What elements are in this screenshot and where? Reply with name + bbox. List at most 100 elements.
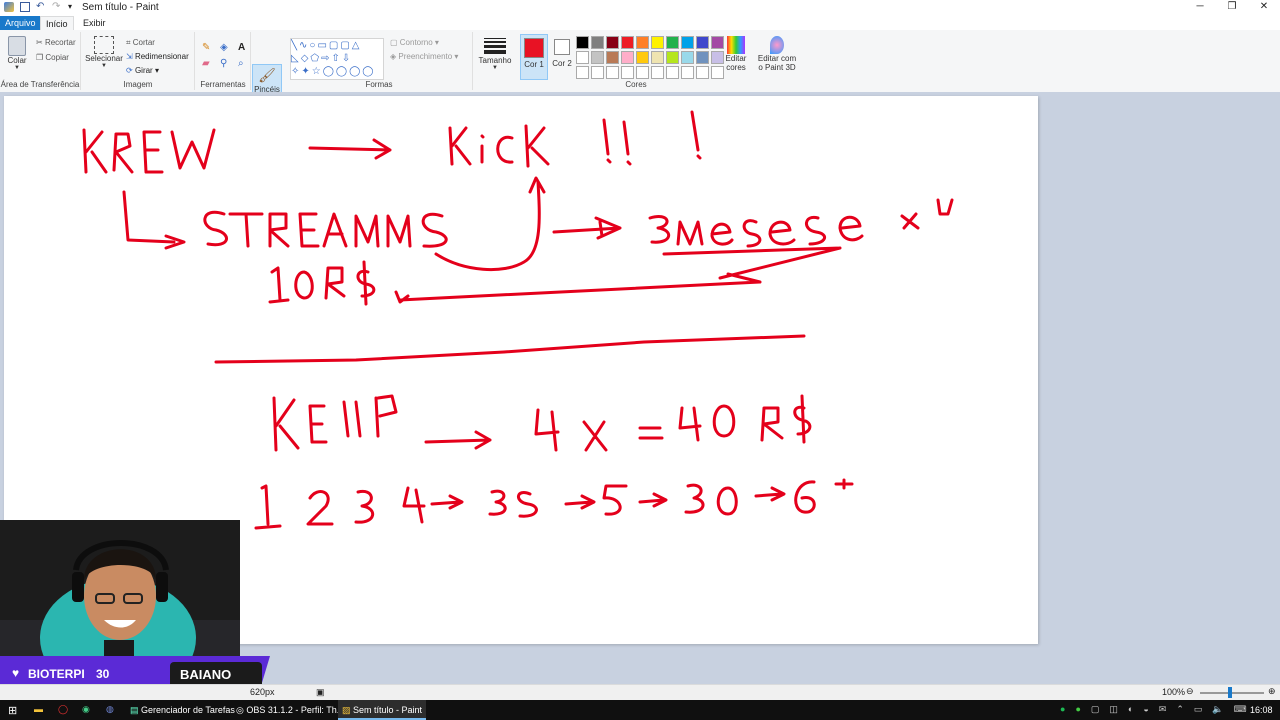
app-tray-icon[interactable]: ● <box>1075 704 1080 715</box>
spotify-icon[interactable]: ● <box>1060 704 1065 715</box>
undo-icon[interactable]: ↶ <box>36 2 46 12</box>
clock[interactable]: 16:08 <box>1250 705 1273 715</box>
chevron-up-icon[interactable]: ⌃ <box>1176 704 1184 715</box>
paste-button[interactable]: Colar ▼ <box>4 36 30 71</box>
color-swatch[interactable] <box>576 36 589 49</box>
size-button[interactable]: Tamanho ▼ <box>476 36 514 71</box>
taskbar-item-task-manager[interactable]: ▤ Gerenciador de Tarefas <box>126 700 239 720</box>
color-swatch[interactable] <box>651 36 664 49</box>
tab-file[interactable]: Arquivo <box>0 16 40 30</box>
colors-group: Cor 1 Cor 2 Editar cores Editar com o Pa… <box>516 32 800 90</box>
zoom-level: 100% <box>1162 687 1186 697</box>
color-swatch[interactable] <box>621 66 634 79</box>
outline-icon: ▢ <box>390 38 400 47</box>
color-swatch[interactable] <box>696 66 709 79</box>
color-swatch[interactable] <box>696 36 709 49</box>
paint3d-button[interactable]: Editar com o Paint 3D <box>756 36 798 72</box>
color-swatch[interactable] <box>666 36 679 49</box>
magnifier-icon[interactable]: ⌕ <box>238 58 252 70</box>
color-swatch[interactable] <box>666 51 679 64</box>
close-button[interactable]: ✕ <box>1248 0 1280 16</box>
zoom-slider-thumb[interactable] <box>1228 687 1232 698</box>
title-bar: ↶ ↷ ▾ Sem título - Paint ─ ❐ ✕ <box>0 0 1280 16</box>
color-swatch[interactable] <box>576 51 589 64</box>
color-swatch[interactable] <box>591 51 604 64</box>
fill-button[interactable]: ◈ Preenchimento ▾ <box>390 52 458 61</box>
eraser-icon[interactable]: ▰ <box>202 58 216 70</box>
drawn-curved-arrow <box>434 176 546 272</box>
color-swatch[interactable] <box>591 36 604 49</box>
cut-button[interactable]: ✂ Recortar <box>36 38 76 47</box>
taskbar-item-paint[interactable]: ▨ Sem título - Paint <box>338 700 427 720</box>
opera-icon[interactable]: ◯ <box>58 704 68 715</box>
copy-icon: ❐ <box>36 53 46 62</box>
color-swatch[interactable] <box>606 36 619 49</box>
fill-icon[interactable]: ◈ <box>220 42 234 54</box>
rotate-button[interactable]: ⟳ Girar ▾ <box>126 66 159 75</box>
volume-icon[interactable]: 🔈 <box>1212 704 1223 715</box>
select-button[interactable]: Selecionar ▼ <box>84 36 124 69</box>
tray-icon-4[interactable]: ◒ <box>1143 704 1148 715</box>
color-swatch[interactable] <box>636 51 649 64</box>
resize-button[interactable]: ⇲ Redimensionar <box>126 52 189 61</box>
color-swatch[interactable] <box>666 66 679 79</box>
app-tray-icon-2[interactable]: ▢ <box>1091 704 1100 715</box>
drawn-text-numbers <box>254 478 854 530</box>
tray-icon-3[interactable]: ◐ <box>1128 704 1133 715</box>
tab-home[interactable]: Início <box>40 16 74 30</box>
rotate-icon: ⟳ <box>126 66 135 75</box>
color1-button[interactable]: Cor 1 <box>520 34 548 80</box>
taskbar-item-obs[interactable]: ◎ OBS 31.1.2 - Perfil: Th... <box>232 700 348 720</box>
overlay-label-left: BIOTERPI <box>28 667 85 681</box>
drawn-arrow <box>424 430 492 450</box>
color-swatch[interactable] <box>681 36 694 49</box>
chevron-down-icon: ▾ <box>452 52 459 61</box>
drawn-text-streams <box>122 190 448 250</box>
color-swatch[interactable] <box>606 66 619 79</box>
edit-colors-button[interactable]: Editar cores <box>722 36 750 72</box>
color-swatch[interactable] <box>696 51 709 64</box>
color-picker-icon[interactable]: ⚲ <box>220 58 234 70</box>
tray-icon-5[interactable]: ✉ <box>1159 704 1167 715</box>
zoom-slider[interactable] <box>1200 692 1264 694</box>
minimize-button[interactable]: ─ <box>1184 0 1216 16</box>
windows-start-icon[interactable]: ⊞ <box>8 704 17 717</box>
drawn-text-3meses <box>648 198 954 248</box>
color-swatch[interactable] <box>621 36 634 49</box>
file-explorer-icon[interactable]: ▬ <box>34 704 43 714</box>
pencil-icon[interactable]: ✎ <box>202 42 216 54</box>
zoom-out-button[interactable]: ⊖ <box>1186 686 1194 697</box>
tab-view[interactable]: Exibir <box>78 16 111 30</box>
chevron-down-icon[interactable]: ▾ <box>68 2 78 12</box>
color-swatch[interactable] <box>681 66 694 79</box>
color-swatch[interactable] <box>636 36 649 49</box>
outline-button[interactable]: ▢ Contorno ▾ <box>390 38 439 47</box>
chrome-icon[interactable]: ◉ <box>82 704 90 715</box>
crop-button[interactable]: ⌗ Cortar <box>126 38 155 48</box>
drawn-text-krew <box>82 128 216 174</box>
shapes-gallery[interactable]: ╲∿○▭▢▢△ ◺◇⬠⇨⇧⇩ ✧✦☆◯◯◯◯ <box>290 38 384 80</box>
battery-icon[interactable]: ▭ <box>1194 704 1203 715</box>
text-icon[interactable]: A <box>238 42 252 54</box>
discord-icon[interactable]: ◍ <box>106 704 114 715</box>
shapes-group-label: Formas <box>365 80 393 89</box>
task-manager-icon: ▤ <box>130 705 142 715</box>
keyboard-icon[interactable]: ⌨ <box>1234 704 1247 715</box>
zoom-in-button[interactable]: ⊕ <box>1268 686 1276 697</box>
copy-button[interactable]: ❐ Copiar <box>36 53 69 62</box>
color-swatch[interactable] <box>651 51 664 64</box>
color2-button[interactable]: Cor 2 <box>550 36 574 68</box>
color-swatch[interactable] <box>591 66 604 79</box>
network-icon[interactable]: ◫ <box>1109 704 1118 715</box>
image-size-readout: 620px <box>250 687 275 697</box>
color-swatch[interactable] <box>681 51 694 64</box>
color-swatch[interactable] <box>576 66 589 79</box>
redo-icon[interactable]: ↷ <box>52 2 62 12</box>
color-swatch[interactable] <box>651 66 664 79</box>
color-swatch[interactable] <box>621 51 634 64</box>
crop-icon: ⌗ <box>126 38 133 47</box>
color-swatch[interactable] <box>606 51 619 64</box>
maximize-button[interactable]: ❐ <box>1216 0 1248 16</box>
color-swatch[interactable] <box>636 66 649 79</box>
save-icon[interactable] <box>20 2 30 12</box>
